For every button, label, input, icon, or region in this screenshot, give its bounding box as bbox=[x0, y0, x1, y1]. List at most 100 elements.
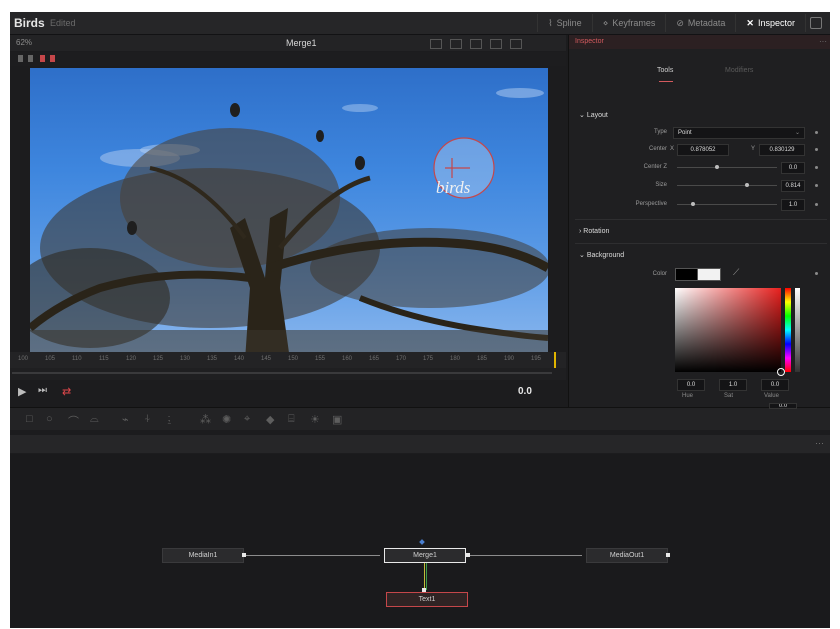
lut-icon[interactable] bbox=[470, 39, 482, 49]
text-overlay[interactable]: birds bbox=[436, 178, 470, 198]
size-field[interactable]: 0.814 bbox=[781, 180, 805, 192]
node-editor[interactable]: MediaIn1 Merge1 MediaOut1 Text1 bbox=[10, 454, 830, 628]
record-icon[interactable] bbox=[50, 55, 55, 62]
node-output-port[interactable] bbox=[466, 553, 470, 557]
partial-field[interactable]: 0.0 bbox=[769, 403, 797, 409]
polygon-tool-icon[interactable]: ⌒ bbox=[68, 413, 79, 429]
emitter-tool-icon[interactable]: ✺ bbox=[222, 413, 231, 426]
view-mode-icon[interactable] bbox=[430, 39, 442, 49]
clone-tool-icon[interactable]: ⍮ bbox=[166, 413, 173, 426]
value-field[interactable]: 0.0 bbox=[761, 379, 789, 391]
viewer-name: Merge1 bbox=[286, 38, 317, 48]
top-bar: Birds Edited ⌇ Spline ⋄ Keyframes ⊘ Meta… bbox=[10, 12, 830, 35]
perspective-field[interactable]: 1.0 bbox=[781, 199, 805, 211]
node-output-port[interactable] bbox=[242, 553, 246, 557]
force-tool-icon[interactable]: ⌖ bbox=[244, 413, 250, 426]
timeline-tick-label: 115 bbox=[99, 356, 109, 362]
shape3d-tool-icon[interactable]: ◆ bbox=[266, 413, 274, 426]
keyframe-icon[interactable] bbox=[815, 203, 818, 206]
inspector-header: Inspector ··· bbox=[569, 35, 830, 49]
perspective-knob[interactable] bbox=[691, 202, 695, 206]
wire-mediain-merge bbox=[246, 555, 380, 556]
transport-controls: ▶ ⏭ ⇄ 0.0 bbox=[10, 380, 566, 404]
size-slider[interactable] bbox=[677, 185, 777, 186]
record-icon[interactable] bbox=[40, 55, 45, 62]
color-swatch-current[interactable] bbox=[675, 268, 699, 281]
node-editor-menu-icon[interactable]: ··· bbox=[815, 438, 824, 448]
render-tool-icon[interactable]: ▣ bbox=[332, 413, 342, 426]
brush-tool-icon[interactable]: ⍭ bbox=[144, 413, 151, 426]
skip-end-icon[interactable]: ⏭ bbox=[38, 385, 47, 396]
node-text[interactable]: Text1 bbox=[386, 592, 468, 607]
play-icon[interactable]: ▶ bbox=[18, 385, 26, 398]
metadata-button[interactable]: ⊘ Metadata bbox=[665, 14, 735, 32]
node-mediaout[interactable]: MediaOut1 bbox=[586, 548, 668, 563]
timeline-range-bar[interactable] bbox=[12, 372, 552, 374]
section-layout[interactable]: ⌄ Layout bbox=[579, 111, 608, 119]
hue-slider[interactable] bbox=[785, 288, 791, 372]
keyframe-icon[interactable] bbox=[815, 184, 818, 187]
timeline-tick-label: 195 bbox=[531, 356, 542, 362]
center-z-slider[interactable] bbox=[677, 167, 777, 168]
value-label: Value bbox=[764, 393, 779, 399]
channel-icon[interactable] bbox=[450, 39, 462, 49]
keyframe-icon[interactable] bbox=[815, 272, 818, 275]
alpha-slider[interactable] bbox=[795, 288, 800, 372]
inspector-button[interactable]: ✕ Inspector bbox=[735, 14, 805, 32]
camera-tool-icon[interactable]: ⌸ bbox=[288, 413, 295, 426]
loop-icon[interactable]: ⇄ bbox=[62, 385, 71, 398]
light-tool-icon[interactable]: ☀ bbox=[310, 413, 320, 426]
timeline-tick-label: 185 bbox=[477, 356, 488, 362]
merge-input-icon[interactable] bbox=[419, 539, 425, 545]
keyframes-button[interactable]: ⋄ Keyframes bbox=[591, 14, 666, 32]
panel-toggle-bar: ⌇ Spline ⋄ Keyframes ⊘ Metadata ✕ Inspec… bbox=[537, 14, 826, 32]
color-swatch-alt[interactable] bbox=[697, 268, 721, 281]
viewer-tool-icon[interactable] bbox=[28, 55, 33, 62]
color-picker-cursor[interactable] bbox=[777, 368, 785, 376]
timeline-ruler[interactable]: 100 105 110 115 120 125 130 135 140 145 150 155 160 1… bbox=[10, 352, 566, 368]
paint-tool-icon[interactable]: ⌁ bbox=[122, 413, 129, 426]
metadata-label: Metadata bbox=[687, 18, 726, 28]
keyframe-icon[interactable] bbox=[815, 131, 818, 134]
node-mediain[interactable]: MediaIn1 bbox=[162, 548, 244, 563]
type-dropdown[interactable]: Point ⌄ bbox=[673, 127, 805, 139]
color-picker-field[interactable] bbox=[675, 288, 781, 372]
rectangle-tool-icon[interactable]: □ bbox=[26, 413, 33, 425]
node-output-port[interactable] bbox=[666, 553, 670, 557]
center-z-field[interactable]: 0.0 bbox=[781, 162, 805, 174]
keyframe-icon[interactable] bbox=[815, 148, 818, 151]
spline-label: Spline bbox=[556, 18, 582, 28]
hue-field[interactable]: 0.0 bbox=[677, 379, 705, 391]
particle-tool-icon[interactable]: ⁂ bbox=[200, 413, 211, 426]
center-y-field[interactable]: 0.830129 bbox=[759, 144, 805, 156]
eyedropper-icon[interactable]: ⟋ bbox=[733, 267, 739, 278]
inspector-menu-icon[interactable]: ··· bbox=[819, 37, 827, 46]
hue-label: Hue bbox=[682, 393, 694, 399]
center-x-field[interactable]: 0.878052 bbox=[677, 144, 729, 156]
viewer-tool-icon[interactable] bbox=[18, 55, 23, 62]
spline-button[interactable]: ⌇ Spline bbox=[537, 14, 591, 32]
sat-field[interactable]: 1.0 bbox=[719, 379, 747, 391]
keyframes-label: Keyframes bbox=[612, 18, 656, 28]
bspline-tool-icon[interactable]: ⌓ bbox=[90, 413, 99, 426]
current-time: 0.0 bbox=[518, 386, 532, 397]
node-output-port[interactable] bbox=[422, 588, 426, 592]
tab-tools[interactable]: Tools bbox=[657, 67, 673, 74]
size-knob[interactable] bbox=[745, 183, 749, 187]
viewer-canvas[interactable]: birds bbox=[30, 68, 548, 360]
section-background[interactable]: ⌄ Background bbox=[579, 251, 624, 259]
wire-text-merge bbox=[424, 562, 425, 590]
window-options-button[interactable] bbox=[805, 14, 826, 32]
section-background-label: Background bbox=[586, 252, 625, 259]
keyframe-icon[interactable] bbox=[815, 166, 818, 169]
center-z-knob[interactable] bbox=[715, 165, 719, 169]
ellipse-tool-icon[interactable]: ○ bbox=[46, 413, 53, 425]
node-merge[interactable]: Merge1 bbox=[384, 548, 466, 563]
tab-modifiers[interactable]: Modifiers bbox=[725, 67, 753, 74]
roi-icon[interactable] bbox=[490, 39, 502, 49]
section-rotation[interactable]: › Rotation bbox=[579, 228, 609, 235]
type-value: Point bbox=[678, 130, 692, 136]
playhead[interactable] bbox=[554, 352, 556, 368]
viewer-menu-icon[interactable] bbox=[510, 39, 522, 49]
viewer-zoom[interactable]: 62% bbox=[16, 38, 32, 47]
